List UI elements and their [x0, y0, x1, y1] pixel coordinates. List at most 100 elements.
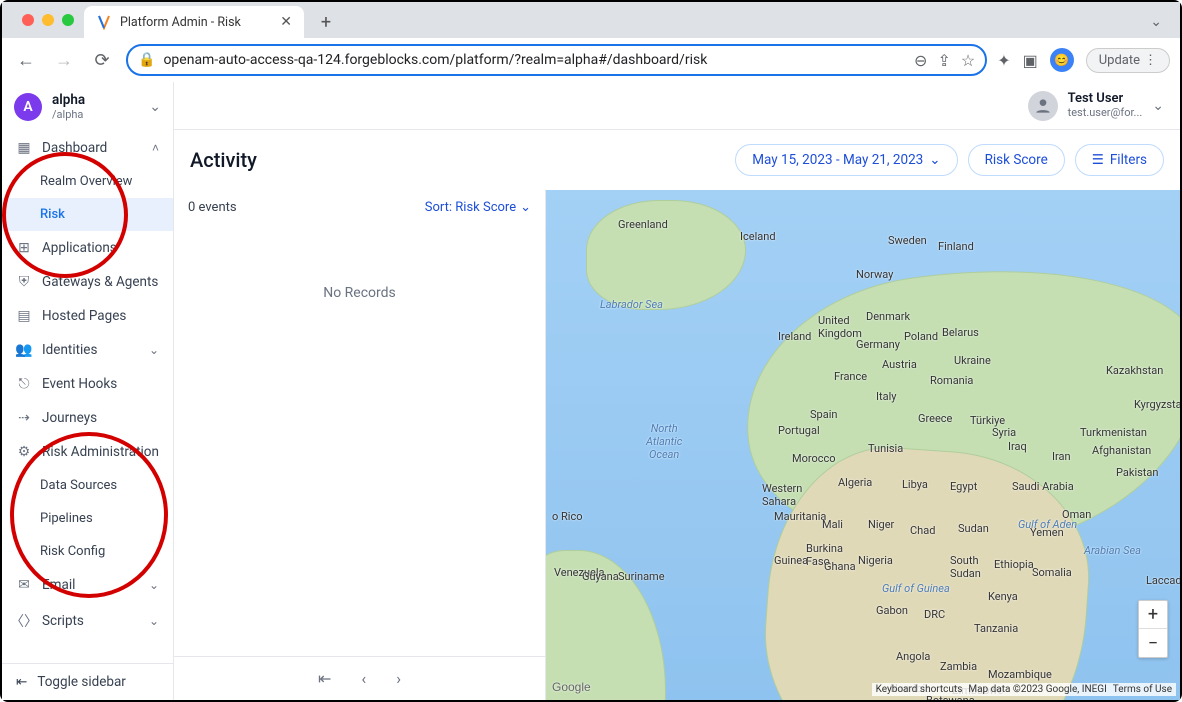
toggle-label: Toggle sidebar [37, 674, 126, 690]
sort-button[interactable]: Sort: Risk Score ⌄ [425, 200, 531, 215]
risk-score-button[interactable]: Risk Score [968, 144, 1065, 176]
dashboard-icon: ▦ [16, 140, 32, 156]
nav-label: Hosted Pages [42, 308, 159, 324]
code-icon: 〈〉 [16, 611, 32, 631]
chevron-down-icon: ⌄ [520, 200, 531, 215]
map-label-angola: Angola [896, 650, 930, 663]
sidebar-item-realm-overview[interactable]: Realm Overview [2, 165, 173, 198]
people-icon: 👥 [16, 342, 32, 358]
sidebar-item-journeys[interactable]: ⇢ Journeys [2, 401, 173, 435]
new-tab-button[interactable]: + [312, 8, 340, 36]
back-button[interactable]: ← [12, 46, 40, 74]
toggle-sidebar-button[interactable]: ⇤ Toggle sidebar [2, 663, 173, 700]
sidebar-item-data-sources[interactable]: Data Sources [2, 469, 173, 502]
maximize-window-button[interactable] [62, 14, 74, 26]
map-label-libya: Libya [902, 478, 928, 491]
filters-label: Filters [1110, 152, 1147, 168]
window-controls [12, 2, 84, 38]
nav: ▦ Dashboard ˄ Realm Overview Risk ⊞ Appl… [2, 131, 173, 663]
map-label-guinea: Guinea [774, 554, 808, 567]
browser-tab[interactable]: Platform Admin - Risk ✕ [84, 6, 304, 38]
zoom-out-button[interactable]: − [1139, 629, 1167, 657]
sidebar-item-gateways[interactable]: ⛨ Gateways & Agents [2, 265, 173, 299]
risk-score-label: Risk Score [985, 152, 1048, 168]
page-next-button[interactable]: › [396, 669, 401, 688]
extensions-icon[interactable]: ✦ [997, 51, 1010, 70]
map-label-kenya: Kenya [988, 590, 1018, 603]
reload-button[interactable]: ⟳ [88, 46, 116, 74]
map-label-ireland: Ireland [778, 330, 811, 343]
tab-close-icon[interactable]: ✕ [280, 14, 292, 30]
map-label-kazakhstan: Kazakhstan [1106, 364, 1163, 377]
shield-icon: ⛨ [16, 274, 32, 290]
nav-label: Identities [42, 342, 139, 358]
sidebar-item-email[interactable]: ✉ Email ⌄ [2, 568, 173, 602]
map-label-ukraine: Ukraine [954, 354, 991, 367]
terms-link[interactable]: Terms of Use [1113, 684, 1172, 695]
map-label-somalia: Somalia [1032, 566, 1072, 579]
map-label-south-sudan: South Sudan [950, 554, 981, 580]
chevron-down-icon: ⌄ [149, 99, 161, 115]
map-label-france: France [834, 370, 867, 383]
apps-icon: ⊞ [16, 240, 32, 256]
profile-avatar-icon[interactable]: 😊 [1050, 48, 1074, 72]
sidebar-item-applications[interactable]: ⊞ Applications [2, 231, 173, 265]
map-label-laccadive: Laccadive [1146, 574, 1180, 587]
filters-button[interactable]: ☰ Filters [1075, 144, 1164, 176]
chevron-down-icon: ⌄ [149, 578, 159, 592]
map-label-ethiopia: Ethiopia [994, 558, 1034, 571]
keyboard-shortcuts-link[interactable]: Keyboard shortcuts [876, 684, 963, 695]
chevron-down-icon: ⌄ [149, 614, 159, 628]
url-bar[interactable]: 🔒 openam-auto-access-qa-124.forgeblocks.… [126, 44, 987, 76]
map-label-western-sahara: Western Sahara [762, 482, 802, 508]
map-label-morocco: Morocco [792, 452, 836, 465]
tab-strip: Platform Admin - Risk ✕ + ⌄ [2, 2, 1180, 38]
gear-icon: ⚙ [16, 444, 32, 460]
map-label-algeria: Algeria [838, 476, 872, 489]
nav-label: Risk Administration [42, 444, 159, 460]
events-panel: 0 events Sort: Risk Score ⌄ No Records ⇤… [174, 190, 546, 700]
browser-tabs-menu-icon[interactable]: ⌄ [1150, 14, 1162, 30]
kebab-icon: ⋮ [1144, 53, 1157, 68]
zoom-icon[interactable]: ⊖ [914, 51, 927, 70]
browser-toolbar: ← → ⟳ 🔒 openam-auto-access-qa-124.forgeb… [2, 38, 1180, 82]
map-label-zambia: Zambia [940, 660, 977, 673]
map-label-kyrgyzstan: Kyrgyzstan [1134, 398, 1180, 411]
forward-button[interactable]: → [50, 46, 78, 74]
minimize-window-button[interactable] [42, 14, 54, 26]
sidebar-item-risk-administration[interactable]: ⚙ Risk Administration [2, 435, 173, 469]
sidebar-item-identities[interactable]: 👥 Identities ⌄ [2, 333, 173, 367]
page-prev-button[interactable]: ‹ [361, 669, 366, 688]
realm-selector[interactable]: A alpha /alpha ⌄ [2, 82, 173, 131]
close-window-button[interactable] [22, 14, 34, 26]
tab-favicon [96, 14, 112, 30]
map-attribution: Keyboard shortcuts Map data ©2023 Google… [872, 683, 1176, 696]
sidebar-item-risk[interactable]: Risk [2, 198, 173, 231]
map-label-uk: United Kingdom [818, 314, 862, 340]
map[interactable]: Labrador Sea North Atlantic Ocean Arabia… [546, 190, 1180, 700]
zoom-in-button[interactable]: + [1139, 601, 1167, 629]
nav-label: Gateways & Agents [42, 274, 159, 290]
topbar: Test User test.user@for... ⌄ [174, 82, 1180, 130]
bookmark-icon[interactable]: ☆ [961, 51, 975, 70]
chevron-down-icon: ⌄ [149, 343, 159, 357]
sidebar-item-hosted-pages[interactable]: ▤ Hosted Pages [2, 299, 173, 333]
update-label: Update [1099, 53, 1140, 68]
url-text: openam-auto-access-qa-124.forgeblocks.co… [163, 52, 906, 68]
map-label-arabian-sea: Arabian Sea [1084, 544, 1141, 557]
date-range-label: May 15, 2023 - May 21, 2023 [752, 152, 923, 168]
exit-icon: ⎋ [16, 376, 32, 392]
user-menu[interactable]: Test User test.user@for... ⌄ [1028, 91, 1164, 121]
map-label-pakistan: Pakistan [1116, 466, 1158, 479]
update-button[interactable]: Update ⋮ [1086, 48, 1170, 73]
page-icon: ▤ [16, 308, 32, 324]
sidebar-item-dashboard[interactable]: ▦ Dashboard ˄ [2, 131, 173, 165]
panel-icon[interactable]: ▣ [1023, 51, 1038, 70]
share-icon[interactable]: ⇪ [937, 51, 950, 70]
sidebar-item-scripts[interactable]: 〈〉 Scripts ⌄ [2, 602, 173, 640]
sidebar-item-pipelines[interactable]: Pipelines [2, 502, 173, 535]
page-first-button[interactable]: ⇤ [318, 669, 331, 688]
sidebar-item-risk-config[interactable]: Risk Config [2, 535, 173, 568]
date-range-button[interactable]: May 15, 2023 - May 21, 2023 ⌄ [735, 144, 957, 176]
sidebar-item-event-hooks[interactable]: ⎋ Event Hooks [2, 367, 173, 401]
